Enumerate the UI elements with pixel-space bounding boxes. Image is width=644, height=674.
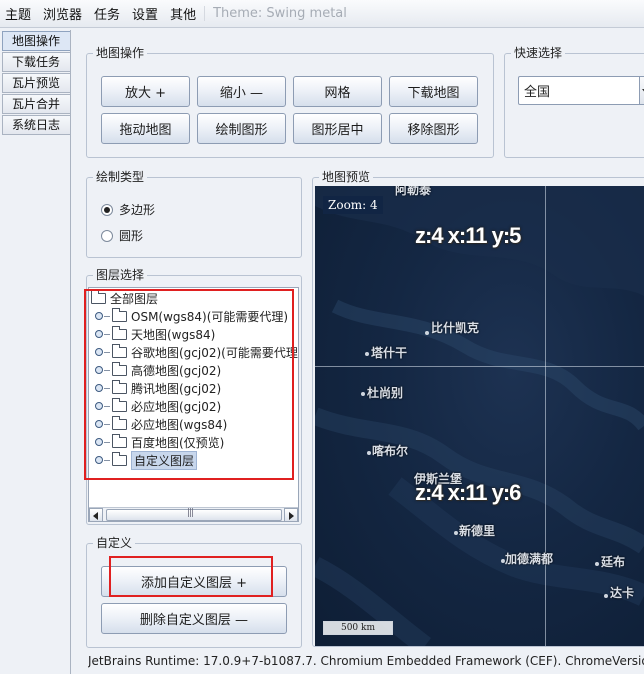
map-preview-title: 地图预览 (319, 169, 374, 185)
region-select-value: 全国 (524, 85, 551, 100)
radio-circle[interactable]: 圆形 (101, 227, 143, 244)
annotation-highlight-add (109, 556, 273, 597)
radio-circle-label: 圆形 (119, 229, 144, 243)
scroll-left-icon[interactable] (89, 508, 103, 521)
tile-grid-line (315, 366, 644, 367)
tab-map-ops[interactable]: 地图操作 (2, 31, 71, 51)
grid-button[interactable]: 网格 (293, 76, 382, 107)
center-shape-button[interactable]: 图形居中 (293, 113, 382, 144)
map-ops-title: 地图操作 (93, 45, 148, 61)
tab-panel-edge (70, 30, 71, 674)
tab-download-tasks[interactable]: 下载任务 (2, 52, 71, 72)
city-dot-icon (604, 594, 608, 598)
map-city-label: 杜尚别 (367, 386, 404, 400)
radio-selected-icon[interactable] (101, 203, 113, 216)
map-city-label: 加德满都 (505, 552, 554, 566)
layer-select-title: 图层选择 (93, 267, 148, 283)
menu-browser[interactable]: 浏览器 (37, 4, 88, 23)
tab-tile-merge[interactable]: 瓦片合并 (2, 94, 71, 114)
radio-polygon-label: 多边形 (119, 203, 156, 217)
radio-polygon[interactable]: 多边形 (101, 201, 155, 218)
annotation-highlight-layers (84, 289, 294, 480)
scale-bar: 500 km (323, 621, 393, 635)
map-city-label: 比什凯克 (431, 321, 480, 335)
map-city-label: 塔什干 (371, 346, 408, 360)
status-bar: JetBrains Runtime: 17.0.9+7-b1087.7. Chr… (88, 654, 644, 668)
zoom-out-button[interactable]: 缩小 — (197, 76, 286, 107)
custom-title: 自定义 (93, 535, 136, 551)
region-select[interactable]: 全国 (518, 76, 644, 105)
city-dot-icon (365, 352, 369, 356)
quick-select-group: 快速选择 (504, 45, 644, 158)
quick-select-title: 快速选择 (511, 45, 566, 61)
download-map-button[interactable]: 下载地图 (389, 76, 478, 107)
draw-shape-button[interactable]: 绘制图形 (197, 113, 286, 144)
map-city-label: 阿勒泰 (395, 186, 432, 197)
radio-unselected-icon[interactable] (101, 229, 113, 242)
tile-grid-line (545, 186, 546, 646)
tab-tile-preview[interactable]: 瓦片预览 (2, 73, 71, 93)
remove-shape-button[interactable]: 移除图形 (389, 113, 478, 144)
menu-other[interactable]: 其他 (164, 4, 202, 23)
zoom-in-button[interactable]: 放大 + (101, 76, 190, 107)
city-dot-icon (454, 531, 458, 535)
theme-label: Theme: Swing metal (204, 6, 347, 21)
remove-custom-layer-button[interactable]: 删除自定义图层 — (101, 603, 287, 634)
city-dot-icon (367, 451, 371, 455)
chevron-down-icon[interactable] (639, 77, 644, 104)
draw-type-title: 绘制类型 (93, 169, 148, 185)
zoom-level-indicator: Zoom: 4 (323, 196, 383, 214)
scroll-right-icon[interactable] (284, 508, 298, 521)
menu-theme[interactable]: 主题 (0, 4, 37, 23)
tile-coordinate-label: z:4 x:11 y:6 (415, 480, 521, 505)
map-canvas[interactable]: 阿勒泰 比什凯克 塔什干 杜尚别 喀布尔 伊斯兰堡 新德里 加德满都 廷布 达卡… (315, 186, 644, 646)
tab-system-log[interactable]: 系统日志 (2, 115, 71, 135)
city-dot-icon (595, 562, 599, 566)
map-city-label: 廷布 (601, 555, 626, 569)
map-city-label: 达卡 (610, 586, 635, 600)
tile-coordinate-label: z:4 x:11 y:5 (415, 223, 521, 248)
map-terrain (315, 186, 644, 646)
scroll-thumb[interactable] (106, 508, 282, 521)
menu-settings[interactable]: 设置 (126, 4, 164, 23)
tree-horizontal-scrollbar[interactable] (89, 507, 298, 521)
drag-map-button[interactable]: 拖动地图 (101, 113, 190, 144)
menu-tasks[interactable]: 任务 (88, 4, 126, 23)
menu-bar: 主题 浏览器 任务 设置 其他 Theme: Swing metal (0, 0, 644, 28)
city-dot-icon (425, 331, 429, 335)
map-city-label: 喀布尔 (372, 444, 409, 458)
city-dot-icon (361, 392, 365, 396)
map-city-label: 新德里 (459, 524, 496, 538)
